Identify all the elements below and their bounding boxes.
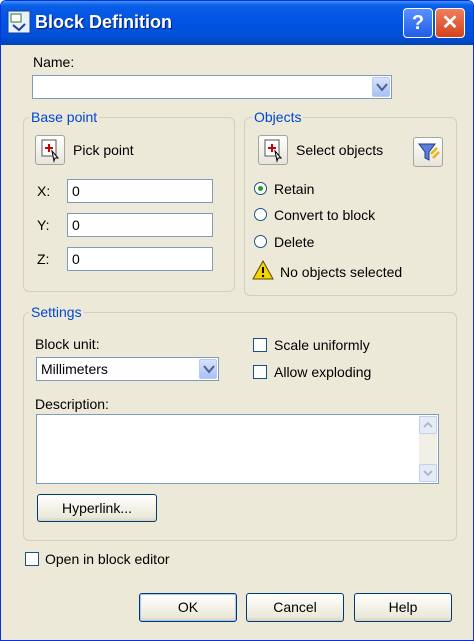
title-bar[interactable]: Block Definition ? ✕ <box>1 1 473 45</box>
delete-radio[interactable] <box>254 235 267 248</box>
description-textarea[interactable] <box>36 414 439 484</box>
cancel-button[interactable]: Cancel <box>246 593 344 622</box>
open-in-editor-label: Open in block editor <box>45 551 170 567</box>
block-unit-dropdown-button[interactable] <box>199 359 217 379</box>
z-value: 0 <box>72 251 80 267</box>
y-label: Y: <box>37 217 50 233</box>
warning-icon <box>252 259 274 283</box>
x-value: 0 <box>72 183 80 199</box>
x-label: X: <box>37 183 51 199</box>
hyperlink-label: Hyperlink... <box>61 500 133 516</box>
name-dropdown-button[interactable] <box>372 77 390 97</box>
x-field[interactable]: 0 <box>67 179 213 203</box>
select-objects-label: Select objects <box>296 142 384 158</box>
quick-select-button[interactable] <box>413 137 443 167</box>
scale-uniformly-checkbox[interactable] <box>253 338 267 352</box>
hyperlink-button[interactable]: Hyperlink... <box>37 494 157 522</box>
select-objects-button[interactable] <box>258 135 288 165</box>
close-icon[interactable]: ✕ <box>435 8 465 38</box>
scale-uniformly-label: Scale uniformly <box>274 337 370 353</box>
help-button[interactable]: Help <box>354 593 452 622</box>
quick-select-icon <box>418 143 440 161</box>
retain-label: Retain <box>274 181 315 197</box>
description-scrollbar[interactable] <box>419 416 437 482</box>
z-field[interactable]: 0 <box>67 247 213 271</box>
window-title: Block Definition <box>35 12 173 32</box>
ok-label: OK <box>177 599 199 615</box>
z-label: Z: <box>37 251 50 267</box>
pick-point-button[interactable] <box>35 135 65 165</box>
chevron-down-icon <box>203 365 215 374</box>
allow-exploding-label: Allow exploding <box>274 364 372 380</box>
description-label: Description: <box>35 396 109 412</box>
y-value: 0 <box>72 217 80 233</box>
block-unit-select[interactable]: Millimeters <box>36 357 219 381</box>
help-label: Help <box>388 599 418 615</box>
convert-to-block-label: Convert to block <box>274 207 376 223</box>
retain-radio[interactable] <box>254 182 267 195</box>
name-combo[interactable] <box>32 75 392 99</box>
open-in-editor-checkbox[interactable] <box>25 552 39 566</box>
block-definition-icon <box>7 10 31 34</box>
objects-title: Objects <box>252 109 304 125</box>
radio-selected-dot <box>258 186 263 191</box>
block-definition-dialog: Block Definition ? ✕ Name: Base point Pi… <box>0 0 474 641</box>
convert-to-block-radio[interactable] <box>254 208 267 221</box>
block-unit-value: Millimeters <box>41 361 108 377</box>
scroll-down-icon[interactable] <box>419 464 437 482</box>
help-icon[interactable]: ? <box>403 8 433 38</box>
settings-title: Settings <box>29 304 84 320</box>
name-label: Name: <box>33 54 75 70</box>
pick-point-icon <box>41 139 60 163</box>
block-unit-label: Block unit: <box>35 336 100 352</box>
y-field[interactable]: 0 <box>67 213 213 237</box>
ok-button[interactable]: OK <box>139 593 237 622</box>
base-point-title: Base point <box>29 109 100 125</box>
scroll-up-icon[interactable] <box>419 416 437 434</box>
delete-label: Delete <box>274 234 315 250</box>
select-objects-icon <box>264 139 283 163</box>
pick-point-label: Pick point <box>73 142 134 158</box>
allow-exploding-checkbox[interactable] <box>253 365 267 379</box>
chevron-down-icon <box>376 83 388 92</box>
cancel-label: Cancel <box>273 599 317 615</box>
objects-status: No objects selected <box>280 264 403 280</box>
